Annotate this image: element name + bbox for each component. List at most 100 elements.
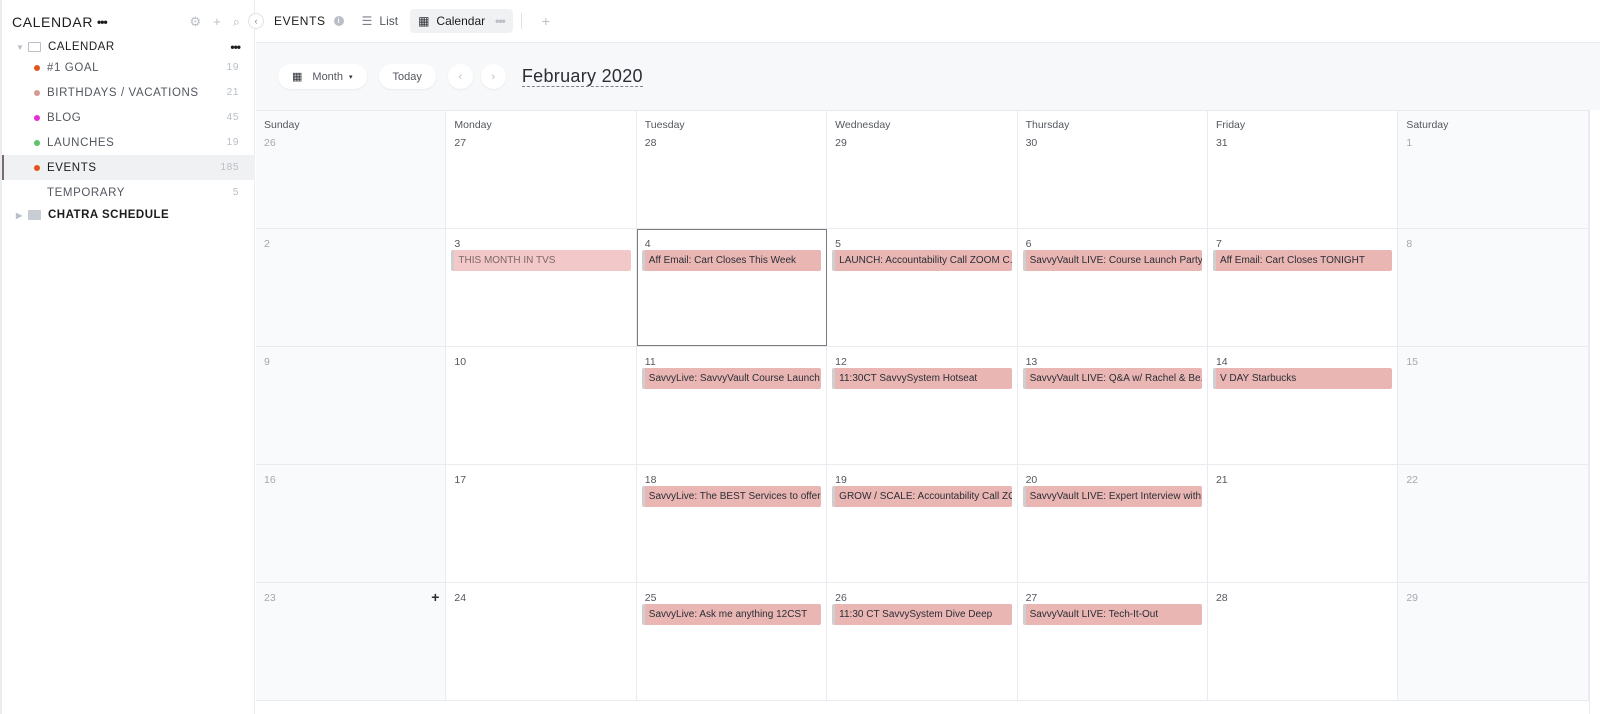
calendar-day-cell[interactable]: 11 SavvyLive: SavvyVault Course Launch (636, 347, 828, 464)
calendar-day-cell[interactable]: 15 (1398, 347, 1589, 464)
calendar-day-cell[interactable]: 17 (446, 465, 637, 582)
calendar-event[interactable]: SavvyVault LIVE: Q&A w/ Rachel & Be... (1022, 368, 1202, 389)
tab-list[interactable]: ☰ List (354, 9, 406, 33)
calendar-day-cell[interactable]: 8 (1398, 229, 1589, 346)
calendar-event[interactable]: SavvyLive: The BEST Services to offer (641, 486, 822, 507)
folder-more-icon[interactable]: ••• (230, 40, 241, 54)
info-icon[interactable]: i (333, 16, 344, 26)
calendar-day-cell[interactable]: Friday 31 (1207, 111, 1399, 228)
calendar-week-row: 9 10 11 SavvyLive: SavvyVault Course Launch… (256, 347, 1589, 465)
calendar-event[interactable]: LAUNCH: Accountability Call ZOOM C... (832, 250, 1012, 271)
calendar-event[interactable]: GROW / SCALE: Accountability Call ZO... (832, 486, 1012, 507)
weekday-header: Thursday (1025, 119, 1070, 131)
sidebar-item-blog[interactable]: BLOG 45 (2, 105, 255, 130)
day-number: 3 (454, 238, 461, 250)
day-number: 9 (264, 356, 270, 368)
calendar-day-cell[interactable]: 29 (1398, 583, 1589, 700)
divider (520, 13, 522, 29)
calendar-day-cell[interactable]: 20 SavvyVault LIVE: Expert Interview with… (1017, 465, 1208, 582)
calendar-event[interactable]: V DAY Starbucks (1212, 368, 1393, 389)
view-mode-dropdown[interactable]: ▦ Month ▾ (278, 64, 367, 89)
sidebar-folder-chatra[interactable]: ▶ CHATRA SCHEDULE (16, 205, 240, 225)
calendar-day-cell[interactable]: Wednesday 29 (827, 111, 1018, 228)
calendar-day-cell[interactable]: 14 V DAY Starbucks (1207, 347, 1399, 464)
color-dot-icon (34, 89, 40, 96)
calendar-day-cell[interactable]: 5 LAUNCH: Accountability Call ZOOM C... (827, 229, 1018, 346)
calendar-day-cell[interactable]: 25 SavvyLive: Ask me anything 12CST (636, 583, 828, 700)
day-number: 29 (835, 137, 847, 149)
calendar-day-cell[interactable]: 4 Aff Email: Cart Closes This Week (636, 229, 828, 346)
app-window: CALENDAR ••• ⚙ + ⌕ ▼ CALENDAR ••• #1 GOA… (0, 0, 1600, 714)
sidebar-item-label: BLOG (47, 111, 82, 124)
calendar-day-cell[interactable]: 23 + (256, 583, 447, 700)
color-dot-icon (34, 190, 40, 196)
tab-label: Calendar (436, 14, 486, 28)
month-title[interactable]: February 2020 (521, 66, 643, 87)
calendar-day-cell[interactable]: 7 Aff Email: Cart Closes TONIGHT (1207, 229, 1399, 346)
calendar-day-cell[interactable]: 18 SavvyLive: The BEST Services to offer (636, 465, 828, 582)
calendar-day-cell[interactable]: 13 SavvyVault LIVE: Q&A w/ Rachel & Be... (1017, 347, 1208, 464)
add-event-icon[interactable]: + (431, 589, 439, 605)
add-view-icon[interactable]: + (542, 13, 550, 29)
calendar-day-cell[interactable]: 27 SavvyVault LIVE: Tech-It-Out (1017, 583, 1208, 700)
sidebar-item-count: 45 (226, 112, 239, 123)
day-number: 5 (835, 238, 842, 250)
sidebar-list: #1 GOAL 19 BIRTHDAYS / VACATIONS 21 BLOG 45 LA… (2, 55, 255, 205)
calendar-day-cell[interactable]: 16 (256, 465, 447, 582)
day-number: 31 (1215, 137, 1228, 149)
sidebar-item-events[interactable]: EVENTS 185 (2, 155, 255, 180)
settings-icon[interactable]: ⚙ (189, 14, 201, 30)
day-number: 4 (644, 238, 651, 250)
calendar-day-cell[interactable]: 21 (1207, 465, 1399, 582)
sidebar-item-1-goal[interactable]: #1 GOAL 19 (2, 55, 255, 80)
calendar-day-cell[interactable]: Sunday 26 (256, 111, 447, 228)
calendar-day-cell[interactable]: 26 11:30 CT SavvySystem Dive Deep (827, 583, 1018, 700)
sidebar-item-birthdays-vacations[interactable]: BIRTHDAYS / VACATIONS 21 (2, 80, 255, 105)
tab-more-icon[interactable]: ••• (495, 14, 506, 28)
day-number: 16 (264, 474, 276, 486)
color-dot-icon (34, 64, 40, 71)
calendar-day-cell[interactable]: 28 (1207, 583, 1399, 700)
calendar-event[interactable]: SavvyVault LIVE: Expert Interview with..… (1022, 486, 1202, 507)
add-icon[interactable]: + (213, 14, 221, 30)
calendar-day-cell[interactable]: 24 (446, 583, 637, 700)
caret-down-icon[interactable]: ▼ (16, 43, 26, 52)
sidebar-item-temporary[interactable]: TEMPORARY 5 (2, 180, 255, 205)
calendar-day-cell[interactable]: Thursday 30 (1017, 111, 1208, 228)
calendar-event[interactable]: SavvyLive: Ask me anything 12CST (641, 604, 822, 625)
calendar-event[interactable]: 11:30 CT SavvySystem Dive Deep (832, 604, 1012, 625)
calendar-event[interactable]: 11:30CT SavvySystem Hotseat (832, 368, 1012, 389)
day-number: 2 (264, 238, 270, 250)
calendar-day-cell[interactable]: 3 THIS MONTH IN TVS (446, 229, 637, 346)
caret-right-icon[interactable]: ▶ (16, 211, 26, 220)
search-icon[interactable]: ⌕ (233, 14, 240, 30)
folder-label: CALENDAR (48, 41, 115, 53)
calendar-day-cell[interactable]: 6 SavvyVault LIVE: Course Launch Party (1017, 229, 1208, 346)
calendar-day-cell[interactable]: 9 (256, 347, 447, 464)
calendar-day-cell[interactable]: 12 11:30CT SavvySystem Hotseat (827, 347, 1018, 464)
calendar-grid: Sunday 26 Monday 27 Tuesday 28 Wednesday 29 Thur… (256, 110, 1589, 714)
calendar-day-cell[interactable]: 10 (446, 347, 637, 464)
sidebar-folder-calendar[interactable]: ▼ CALENDAR ••• (16, 37, 241, 57)
calendar-event[interactable]: SavvyVault LIVE: Course Launch Party (1022, 250, 1202, 271)
calendar-day-cell[interactable]: 19 GROW / SCALE: Accountability Call ZO..… (827, 465, 1018, 582)
calendar-event[interactable]: SavvyVault LIVE: Tech-It-Out (1022, 604, 1202, 625)
sidebar-more-icon[interactable]: ••• (97, 15, 108, 29)
prev-month-button[interactable]: ‹ (447, 64, 473, 89)
collapse-sidebar-button[interactable]: ‹ (248, 13, 264, 29)
next-month-button[interactable]: › (480, 64, 506, 89)
calendar-event[interactable]: THIS MONTH IN TVS (451, 250, 631, 271)
day-number: 11 (644, 356, 656, 368)
sidebar-item-launches[interactable]: LAUNCHES 19 (2, 130, 255, 155)
tab-calendar[interactable]: ▦ Calendar ••• (410, 9, 513, 33)
today-button[interactable]: Today (378, 64, 436, 89)
calendar-day-cell[interactable]: 2 (256, 229, 447, 346)
calendar-event[interactable]: SavvyLive: SavvyVault Course Launch (641, 368, 822, 389)
sidebar-item-count: 19 (226, 62, 239, 73)
calendar-day-cell[interactable]: Tuesday 28 (636, 111, 828, 228)
calendar-event[interactable]: Aff Email: Cart Closes TONIGHT (1212, 250, 1393, 271)
calendar-day-cell[interactable]: Saturday 1 (1398, 111, 1589, 228)
calendar-event[interactable]: Aff Email: Cart Closes This Week (641, 250, 822, 271)
calendar-day-cell[interactable]: 22 (1398, 465, 1589, 582)
calendar-day-cell[interactable]: Monday 27 (446, 111, 637, 228)
